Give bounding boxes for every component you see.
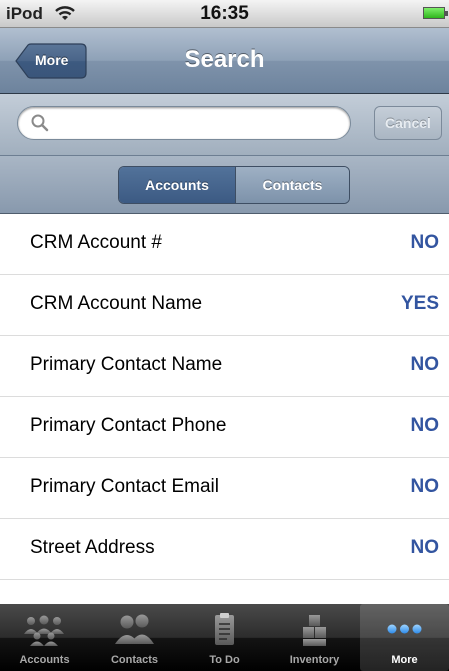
tab-label: Inventory [289,654,340,666]
list-item[interactable] [0,580,449,604]
scope-contacts[interactable]: Contacts [235,167,349,203]
search-bar: Cancel [0,94,449,156]
field-value: NO [410,354,440,375]
tab-label: More [391,654,418,666]
search-icon [31,114,49,132]
list-item[interactable]: Primary Contact Name NO [0,336,449,397]
field-label: Primary Contact Email [30,476,219,497]
contacts-icon [115,614,154,644]
field-value: YES [400,293,439,314]
tab-contacts[interactable]: Contacts [90,604,179,671]
search-field[interactable] [17,106,351,140]
field-label: Primary Contact Name [30,354,223,375]
tab-label: To Do [209,654,240,666]
field-label: Primary Contact Phone [30,415,227,436]
search-field-list: CRM Account # NO CRM Account Name YES Pr… [0,214,449,604]
tab-todo[interactable]: To Do [180,604,269,671]
page-title: Search [184,46,265,73]
tab-label: Contacts [110,654,159,666]
scope-accounts[interactable]: Accounts [119,167,235,203]
navigation-bar: More Search [0,28,449,94]
search-input[interactable] [56,111,340,137]
status-bar: iPod 16:35 [0,0,449,28]
list-item[interactable]: CRM Account # NO [0,214,449,275]
cancel-button[interactable]: Cancel [374,106,442,140]
tab-more[interactable]: More [360,604,449,671]
tab-bar: Accounts Contacts To Do Inventory More [0,604,449,671]
list-item[interactable]: Primary Contact Phone NO [0,397,449,458]
field-value: NO [410,537,440,558]
scope-segmented-control: Accounts Contacts [118,166,350,204]
field-value: NO [410,476,440,497]
tab-label: Accounts [19,654,70,666]
tab-inventory[interactable]: Inventory [270,604,359,671]
list-item[interactable]: Street Address NO [0,519,449,580]
scope-bar: Accounts Contacts [0,156,449,214]
field-label: Street Address [30,537,155,558]
field-label: CRM Account Name [30,293,203,314]
accounts-icon [24,615,64,646]
more-icon [387,624,422,634]
list-item[interactable]: CRM Account Name YES [0,275,449,336]
list-item[interactable]: Primary Contact Email NO [0,458,449,519]
field-value: NO [410,415,440,436]
field-label: CRM Account # [30,232,162,253]
todo-icon [215,613,234,645]
inventory-icon [303,615,326,646]
tab-accounts[interactable]: Accounts [0,604,89,671]
clock: 16:35 [200,3,249,24]
battery-icon [423,7,448,19]
field-value: NO [410,232,440,253]
